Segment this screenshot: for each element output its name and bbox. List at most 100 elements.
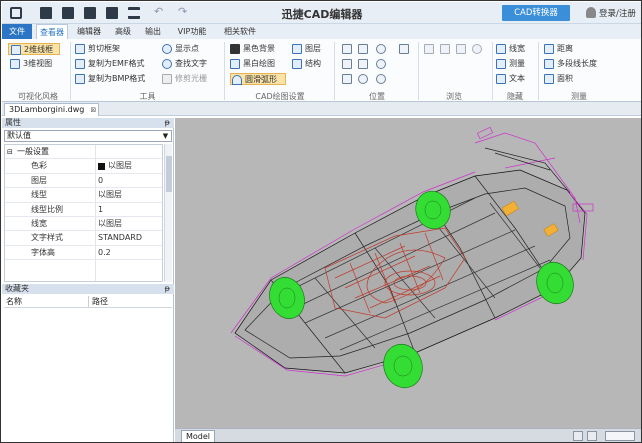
tab-file[interactable]: 文件 [2,24,32,39]
property-row[interactable]: 图层 0 [5,174,162,189]
ribbon-divider [492,42,493,100]
3d-view-button[interactable]: 3维视图 [10,58,52,70]
close-icon[interactable]: ⊠ [90,104,96,116]
copy-bmp-button[interactable]: 复制为BMP格式 [75,73,145,85]
cad-converter-button[interactable]: CAD转换器 [502,5,570,21]
chevron-down-icon: ▼ [162,132,169,140]
zoom-extents-icon[interactable] [342,44,352,54]
ribbon-divider [418,42,419,100]
favorites-col-path[interactable]: 路径 [92,296,108,308]
plus-icon [496,44,506,54]
black-bg-icon [230,44,240,54]
property-category[interactable]: ⊟ 一般设置 [5,145,162,160]
zoom-window-icon[interactable] [358,44,368,54]
crop-icon [75,44,85,54]
group-label-cad-settings: CAD绘图设置 [255,92,305,101]
group-label-measure: 测量 [571,92,587,101]
tab-editor[interactable]: 编辑器 [72,24,106,39]
text-toggle[interactable]: 文本 [496,73,525,85]
trim-raster-button[interactable]: 修剪光栅 [162,73,207,85]
3d-view-icon [10,59,20,69]
polyline-length-button[interactable]: 多段线长度 [544,58,597,70]
arc-icon [232,75,242,85]
properties-grid: ⊟ 一般设置 色彩 以图层 图层 0 线型 以图层 线型比例 1 线宽 以图层 文字样式 ST… [4,144,163,282]
settings-icon[interactable] [472,44,482,54]
raster-icon [162,74,172,84]
scroll-first-icon[interactable] [573,431,583,441]
ribbon-divider [334,42,335,100]
black-white-button[interactable]: 黑白绘图 [230,58,275,70]
line-width-toggle[interactable]: 线宽 [496,43,525,55]
smooth-arc-button[interactable]: 圆滑弧形 [230,73,286,85]
measure-toggle[interactable]: 测量 [496,58,525,70]
zoom-out-icon[interactable] [376,59,386,69]
ribbon-tabs: 文件 查看器 编辑器 高级 输出 VIP功能 相关软件 [2,24,641,39]
property-row[interactable]: 色彩 以图层 [5,159,162,174]
copy-emf-icon [75,59,85,69]
tab-output[interactable]: 输出 [140,24,166,39]
title-bar: ↶ ↷ 迅捷CAD编辑器 CAD转换器 登录/注册 [2,2,641,24]
drawing-canvas[interactable] [175,118,641,428]
2d-wireframe-button[interactable]: 2维线框 [8,43,60,55]
zoom-realtime-icon[interactable] [358,74,368,84]
pin-icon[interactable]: ᵽ [165,118,170,128]
find-text-button[interactable]: 查找文字 [162,58,207,70]
distance-button[interactable]: 距离 [544,43,573,55]
properties-selector[interactable]: 默认值 ▼ [4,130,172,142]
properties-header: 属性 ᵽ [2,118,174,128]
document-tabs: 3DLamborgini.dwg ⊠ [2,102,641,116]
polyline-icon [544,59,554,69]
property-row[interactable]: 字体高 0.2 [5,246,162,261]
ruler-icon [496,59,506,69]
layers-button[interactable]: 图层 [292,43,321,55]
black-background-button[interactable]: 黑色背景 [230,43,275,55]
show-points-button[interactable]: 显示点 [162,43,199,55]
favorites-columns: 名称 路径 [4,296,172,308]
user-icon [586,7,596,18]
structure-icon [292,59,302,69]
group-label-browse: 浏览 [446,92,462,101]
ribbon-panel: 2维线框 3维视图 可视化风格 剪切框架 复制为EMF格式 复制为BMP格式 显… [2,39,641,102]
structure-button[interactable]: 结构 [292,58,321,70]
color-swatch [98,163,105,171]
tab-related-software[interactable]: 相关软件 [218,24,262,39]
area-button[interactable]: 面积 [544,73,573,85]
tab-vip[interactable]: VIP功能 [170,24,214,39]
zoom-in-icon[interactable] [376,44,386,54]
column-divider [88,296,89,308]
wireframe-icon [11,45,21,55]
property-row[interactable]: 文字样式 STANDARD [5,231,162,246]
property-row[interactable]: 线型比例 1 [5,203,162,217]
document-tab[interactable]: 3DLamborgini.dwg ⊠ [4,103,100,116]
tab-viewer[interactable]: 查看器 [36,24,68,39]
cut-frame-button[interactable]: 剪切框架 [75,43,120,55]
property-row[interactable]: 线宽 以图层 [5,217,162,232]
forward-arrow-icon[interactable] [440,44,450,54]
property-row[interactable]: 线型 以图层 [5,188,162,203]
tab-advanced[interactable]: 高级 [110,24,136,39]
fit-icon[interactable] [342,59,352,69]
find-icon [162,59,172,69]
favorites-col-name[interactable]: 名称 [6,296,22,308]
distance-icon [544,44,554,54]
edit-icon[interactable] [456,44,466,54]
horizontal-scrollbar[interactable] [605,431,635,441]
ribbon-divider [538,42,539,100]
rotate-icon[interactable] [342,74,352,84]
pan-hand-icon[interactable] [399,44,409,54]
group-label-visual-style: 可视化风格 [18,92,58,101]
model-tab[interactable]: Model [181,430,216,442]
zoom-previous-icon[interactable] [376,74,386,84]
ribbon-divider [70,42,71,100]
collapse-icon[interactable]: ⊟ [7,145,13,159]
pin-icon[interactable]: ᵽ [165,284,170,294]
area-icon [544,74,554,84]
scroll-left-icon[interactable] [587,431,597,441]
center-icon[interactable] [358,59,368,69]
scrollbar-thumb[interactable] [166,156,172,192]
copy-emf-button[interactable]: 复制为EMF格式 [75,58,145,70]
properties-scrollbar[interactable] [164,144,172,282]
login-link[interactable]: 登录/注册 [599,7,636,19]
text-a-icon [496,74,506,84]
back-arrow-icon[interactable] [424,44,434,54]
